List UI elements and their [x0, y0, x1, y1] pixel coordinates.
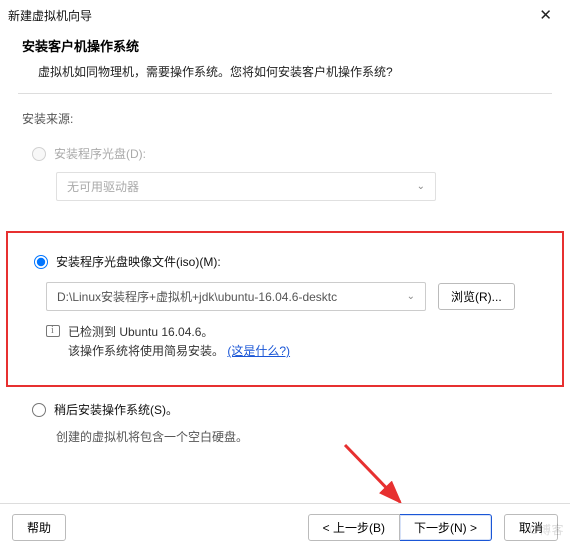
radio-installer-disc — [32, 147, 46, 161]
window-title: 新建虚拟机向导 — [8, 7, 92, 24]
radio-iso-file[interactable] — [34, 255, 48, 269]
browse-button[interactable]: 浏览(R)... — [438, 283, 515, 310]
iso-path-value: D:\Linux安装程序+虚拟机+jdk\ubuntu-16.04.6-desk… — [57, 288, 337, 305]
source-label: 安装来源: — [22, 110, 550, 127]
detected-os-text: 已检测到 Ubuntu 16.04.6。 — [68, 325, 213, 339]
page-description: 虚拟机如同物理机，需要操作系统。您将如何安装客户机操作系统? — [38, 63, 548, 81]
radio-install-later[interactable] — [32, 403, 46, 417]
chevron-down-icon: ⌄ — [417, 181, 425, 192]
radio-installer-disc-label: 安装程序光盘(D): — [54, 145, 146, 162]
next-button[interactable]: 下一步(N) > — [400, 514, 492, 541]
chevron-down-icon: ⌄ — [407, 291, 415, 302]
close-icon[interactable]: ✕ — [533, 6, 558, 24]
highlight-annotation: 安装程序光盘映像文件(iso)(M): D:\Linux安装程序+虚拟机+jdk… — [6, 231, 564, 387]
radio-iso-file-label: 安装程序光盘映像文件(iso)(M): — [56, 253, 221, 270]
what-is-this-link[interactable]: (这是什么?) — [227, 344, 290, 358]
radio-install-later-label: 稍后安装操作系统(S)。 — [54, 401, 178, 418]
back-button[interactable]: < 上一步(B) — [308, 514, 400, 541]
help-button[interactable]: 帮助 — [12, 514, 66, 541]
install-later-desc: 创建的虚拟机将包含一个空白硬盘。 — [56, 428, 550, 445]
page-title: 安装客户机操作系统 — [22, 36, 548, 55]
cancel-button[interactable]: 取消 — [504, 514, 558, 541]
info-icon — [46, 325, 60, 337]
easy-install-text: 该操作系统将使用简易安装。 — [68, 344, 224, 358]
drive-dropdown: 无可用驱动器 ⌄ — [56, 172, 436, 201]
iso-path-dropdown[interactable]: D:\Linux安装程序+虚拟机+jdk\ubuntu-16.04.6-desk… — [46, 282, 426, 311]
drive-dropdown-value: 无可用驱动器 — [67, 178, 139, 195]
